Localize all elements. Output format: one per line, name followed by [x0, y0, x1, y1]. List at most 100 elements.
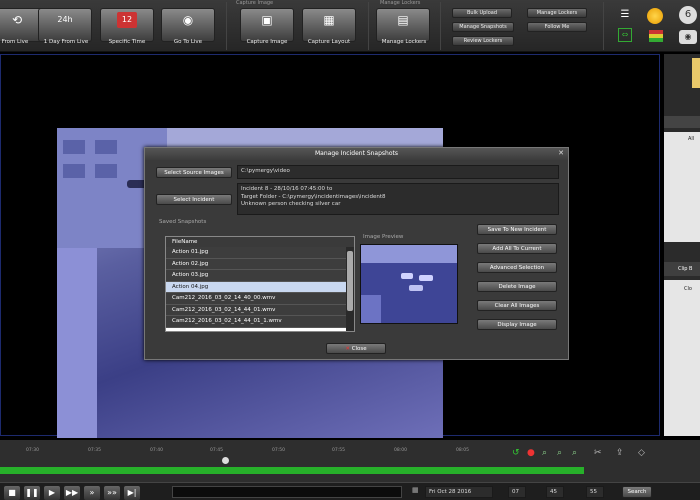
- clear-all-images-button[interactable]: Clear All Images: [477, 300, 557, 311]
- zoom-out-icon[interactable]: ⌕: [557, 448, 562, 458]
- specific-time-label: Specific Time: [108, 39, 146, 45]
- list-item[interactable]: Action 01.jpg: [166, 247, 348, 259]
- manage-lockers-label: Manage Lockers: [381, 39, 427, 45]
- main-toolbar: ⟲ From Live 24h 1 Day From Live 12 Speci…: [0, 0, 700, 52]
- list-item[interactable]: Cam212_2016_03_02_14_40_00.wmv: [166, 293, 348, 305]
- close-button[interactable]: ✕ Close: [326, 343, 386, 354]
- capture-layout-icon: ▦: [323, 13, 335, 27]
- bulk-upload-button[interactable]: Bulk Upload: [452, 8, 512, 18]
- timeline-tick: 07:35: [88, 448, 101, 453]
- sun-icon[interactable]: [647, 8, 663, 24]
- list-item[interactable]: Action 02.jpg: [166, 258, 348, 270]
- list-item[interactable]: Cam212_2016_03_02_14_44_01_1.wmv: [166, 316, 348, 328]
- capture-layout-label: Capture Layout: [307, 39, 351, 45]
- list-view-icon[interactable]: ☰: [618, 8, 632, 22]
- recording-coverage-bar: [0, 467, 584, 474]
- follow-me-button[interactable]: Follow Me: [527, 22, 587, 32]
- manage-lockers-small-button[interactable]: Manage Lockers: [527, 8, 587, 18]
- eye-icon[interactable]: ◉: [679, 30, 697, 44]
- timeline-tick: 08:05: [456, 448, 469, 453]
- delete-image-button[interactable]: Delete Image: [477, 281, 557, 292]
- playback-controls-bar: ■ ❚❚ ▶ ▶▶ » »» ▶| ▦ Fri Oct 28 2016 07 4…: [0, 482, 700, 500]
- list-item-selected[interactable]: Action 04.jpg: [166, 281, 348, 293]
- status-flag-icon: [649, 30, 663, 42]
- list-item[interactable]: Action 03.jpg: [166, 270, 348, 282]
- calendar-icon: 12: [117, 12, 137, 28]
- specific-time-button[interactable]: 12: [100, 8, 154, 42]
- calendar-small-icon[interactable]: ▦: [412, 486, 422, 498]
- fast-forward-icon[interactable]: »: [84, 486, 100, 500]
- panel-search-box[interactable]: [664, 116, 700, 128]
- forward-icon[interactable]: ▶▶: [64, 486, 80, 500]
- expand-icon[interactable]: ⇔: [618, 28, 632, 42]
- clip-bin-tab[interactable]: Clip B: [664, 262, 700, 276]
- capture-image-button[interactable]: ▣: [240, 8, 294, 42]
- capture-image-icon: ▣: [261, 13, 273, 27]
- review-lockers-button[interactable]: Review Lockers: [452, 36, 514, 46]
- play-icon[interactable]: ▶: [44, 486, 60, 500]
- source-path-field[interactable]: C:\pymergy\video: [237, 165, 559, 179]
- minute-field[interactable]: 45: [546, 486, 564, 498]
- toolbar-separator: [440, 2, 441, 50]
- list-header-filename[interactable]: FileName: [166, 237, 354, 247]
- camera-icon: ◉: [182, 13, 194, 27]
- mark-icon[interactable]: ●: [527, 448, 535, 458]
- zoom-in-icon[interactable]: ⌕: [542, 448, 547, 458]
- add-all-to-current-button[interactable]: Add All To Current: [477, 243, 557, 254]
- go-to-live-label: Go To Live: [173, 39, 203, 45]
- list-scrollbar-thumb[interactable]: [347, 251, 353, 311]
- date-field[interactable]: Fri Oct 28 2016: [425, 486, 493, 498]
- timeline-tick: 07:55: [332, 448, 345, 453]
- select-source-images-button[interactable]: Select Source Images: [156, 167, 232, 178]
- incident-info-line: Unknown person checking silver car: [241, 201, 341, 207]
- timeline-tick: 07:45: [210, 448, 223, 453]
- timeline-tick: 08:00: [394, 448, 407, 453]
- preview-thumbnail-image: [361, 245, 457, 323]
- lockers-group-title: Manage Lockers: [380, 0, 421, 6]
- stop-icon[interactable]: ■: [4, 486, 20, 500]
- dialog-title: Manage Incident Snapshots: [145, 148, 568, 160]
- search-icon[interactable]: ⌕: [572, 448, 577, 458]
- one-day-from-live-button[interactable]: 24h: [38, 8, 92, 42]
- timeline-tick: 07:40: [150, 448, 163, 453]
- capture-layout-button[interactable]: ▦: [302, 8, 356, 42]
- second-field[interactable]: 55: [586, 486, 604, 498]
- incident-info-line: Target Folder - C:\pymergy\incidentimage…: [241, 193, 386, 200]
- fast-forward-double-icon[interactable]: »»: [104, 486, 120, 500]
- skip-end-icon[interactable]: ▶|: [124, 486, 140, 500]
- list-scrollbar[interactable]: [346, 247, 354, 331]
- camera-tree-list[interactable]: All: [664, 132, 700, 242]
- incident-info-field: Incident 8 - 28/10/16 07:45:00 to Target…: [237, 183, 559, 215]
- manage-lockers-button[interactable]: ▤: [376, 8, 430, 42]
- list-item[interactable]: Cam212_2016_03_02_14_44_01.wmv: [166, 304, 348, 316]
- 24h-clock-icon: 24h: [57, 15, 73, 24]
- playhead-marker[interactable]: [222, 457, 229, 464]
- search-button[interactable]: Search: [622, 486, 652, 498]
- timer-icon[interactable]: 6: [679, 6, 697, 24]
- advanced-selection-button[interactable]: Advanced Selection: [477, 262, 557, 273]
- snapshot-file-list[interactable]: FileName Action 01.jpg Action 02.jpg Act…: [165, 236, 355, 332]
- display-image-button[interactable]: Display Image: [477, 319, 557, 330]
- manage-snapshots-button[interactable]: Manage Snapshots: [452, 22, 514, 32]
- close-icon[interactable]: ✕: [558, 149, 564, 157]
- saved-snapshots-label: Saved Snapshots: [159, 219, 207, 225]
- export-icon[interactable]: ⇪: [616, 448, 624, 458]
- timeline-tools-icon[interactable]: ↺: [512, 448, 520, 458]
- cut-icon[interactable]: ✂: [594, 448, 602, 458]
- clip-bin-list[interactable]: Clo: [664, 280, 700, 436]
- toolbar-separator: [226, 2, 227, 50]
- close-button-label: Close: [351, 346, 367, 352]
- timeline-tick: 07:50: [272, 448, 285, 453]
- select-incident-button[interactable]: Select Incident: [156, 194, 232, 205]
- one-day-from-live-label: 1 Day From Live: [43, 39, 89, 45]
- speed-slider[interactable]: [172, 486, 402, 498]
- timeline[interactable]: 07:30 07:35 07:40 07:45 07:50 07:55 08:0…: [0, 440, 700, 482]
- image-preview-label: Image Preview: [363, 234, 404, 240]
- save-to-new-incident-button[interactable]: Save To New Incident: [477, 224, 557, 235]
- hour-field[interactable]: 07: [508, 486, 526, 498]
- pause-icon[interactable]: ❚❚: [24, 486, 40, 500]
- eraser-icon[interactable]: ◇: [638, 448, 645, 458]
- capture-image-label: Capture Image: [246, 39, 288, 45]
- right-side-panel: All Clip B Clo: [664, 54, 700, 436]
- go-to-live-button[interactable]: ◉: [161, 8, 215, 42]
